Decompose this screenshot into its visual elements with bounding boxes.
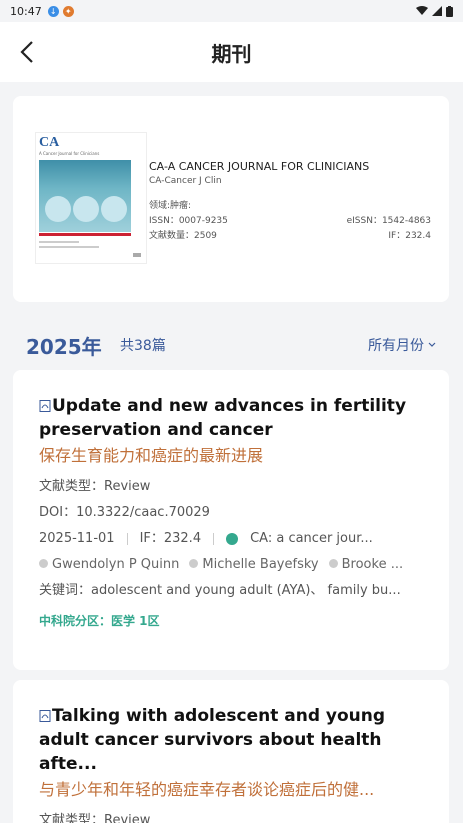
journal-abbr: CA-Cancer J Clin [149,176,222,186]
article-title: Update and new advances in fertility pre… [39,396,407,440]
article-type: 文献类型：Review [39,479,151,494]
article-type: 文献类型：Review [39,813,151,823]
author-icon [328,559,338,568]
pdf-icon [39,710,51,722]
status-icons [416,5,453,17]
notification-icon: ↓ [47,5,59,17]
author-item[interactable]: Brooke ... [328,556,403,574]
chevron-down-icon [428,342,436,347]
author-list: Gwendolyn P Quinn Michelle Bayefsky Broo… [39,556,423,574]
wifi-icon [416,6,428,15]
article-meta: 文献类型：Review DOI：10.3322/caac.70029 2025-… [39,478,423,600]
article-keywords: 关键词：adolescent and young adult (AYA)、 fa… [39,583,401,598]
article-title-zh: 与青少年和年轻的癌症幸存者谈论癌症后的健... [39,780,375,799]
author-icon [189,559,199,568]
cas-zone-badge: 中科院分区：医学 1区 [39,614,160,628]
battery-icon [446,5,453,17]
cover-illustration [39,160,131,232]
journal-dot-icon [226,533,239,545]
pdf-icon [39,400,51,412]
year-label: 2025年 [26,334,102,359]
article-count: 共38篇 [120,338,166,354]
article-meta: 文献类型：Review [39,812,423,823]
month-filter[interactable]: 所有月份 [368,335,437,355]
journal-issn: ISSN：0007-9235 [149,216,228,226]
journal-field: 领域:肿瘤: [149,201,192,211]
journal-if: IF：232.4 [388,231,431,241]
back-button[interactable] [16,38,40,66]
article-journal: CA: a cancer jour... [250,531,373,546]
status-time: 10:47 [10,4,42,18]
journal-card[interactable]: CA A Cancer Journal for Clinicians CA-A … [13,96,449,302]
article-date: 2025-11-01 [39,531,115,546]
article-title-zh: 保存生育能力和癌症的最新进展 [39,446,264,465]
app-notification-icon: ✦ [62,5,74,17]
divider [126,533,128,545]
article-card[interactable]: Update and new advances in fertility pre… [13,370,449,670]
cover-strip [39,233,131,236]
cover-mark [133,253,141,257]
article-doi: DOI：10.3322/caac.70029 [39,505,210,520]
chevron-left-icon [20,41,33,63]
year-bar: 2025年 共38篇 所有月份 [0,325,463,365]
article-title: Talking with adolescent and young adult … [39,706,386,774]
status-bar: 10:47 ↓ ✦ [0,0,463,22]
journal-cover: CA A Cancer Journal for Clinicians [35,132,147,264]
author-item[interactable]: Michelle Bayefsky [189,556,319,574]
page-title: 期刊 [211,41,252,66]
article-if: IF：232.4 [139,531,202,546]
journal-name: CA-A CANCER JOURNAL FOR CLINICIANS [149,160,370,173]
signal-icon [432,6,442,16]
journal-eissn: eISSN：1542-4863 [346,216,431,226]
journal-info: CA-A CANCER JOURNAL FOR CLINICIANS CA-Ca… [149,160,431,241]
app-header: 期刊 [0,22,463,82]
cover-subtitle: A Cancer Journal for Clinicians [39,151,100,156]
author-item[interactable]: Gwendolyn P Quinn [39,556,179,574]
article-card[interactable]: Talking with adolescent and young adult … [13,680,449,823]
divider [213,533,215,545]
author-icon [39,559,48,568]
cover-logo: CA [39,135,60,150]
month-filter-label: 所有月份 [368,338,424,354]
journal-count: 文献数量：2509 [149,231,217,241]
